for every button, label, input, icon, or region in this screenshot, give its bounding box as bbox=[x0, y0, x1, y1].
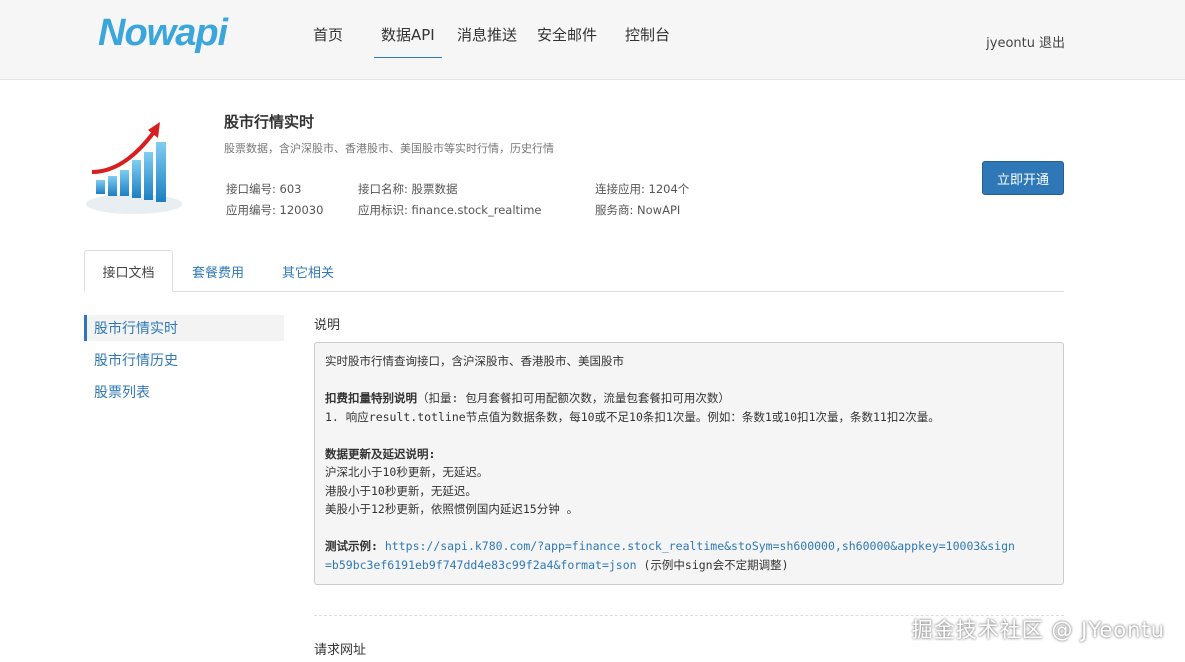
intro-text: 实时股市行情查询接口，含沪深股市、香港股市、美国股市 bbox=[325, 354, 624, 368]
deduct-note: （扣量: 包月套餐扣可用配额次数，流量包套餐扣可用次数） bbox=[417, 391, 730, 405]
test-url-link-cont[interactable]: =b59bc3ef6191eb9f747dd4e83c99f2a4&format… bbox=[325, 558, 637, 572]
top-nav-bar: Nowapi 首页 数据API 消息推送 安全邮件 控制台 jyeontu 退出 bbox=[0, 0, 1185, 80]
watermark: 掘金技术社区 @ JYeontu bbox=[911, 618, 1165, 642]
nav-secure-mail[interactable]: 安全邮件 bbox=[537, 24, 597, 57]
tab-api-docs[interactable]: 接口文档 bbox=[84, 250, 173, 292]
logout-link[interactable]: 退出 bbox=[1039, 36, 1065, 51]
section-title-request-url: 请求网址 bbox=[314, 643, 367, 658]
sidebar-item-history[interactable]: 股市行情历史 bbox=[84, 347, 284, 373]
username-link[interactable]: jyeontu bbox=[986, 36, 1035, 51]
api-title: 股市行情实时 bbox=[224, 113, 315, 131]
update-line-1: 沪深北小于10秒更新，无延迟。 bbox=[325, 465, 489, 479]
nav-data-api[interactable]: 数据API bbox=[374, 24, 442, 58]
sidebar-item-stock-list[interactable]: 股票列表 bbox=[84, 379, 284, 405]
nowapi-logo[interactable]: Nowapi bbox=[98, 12, 228, 55]
provider: 服务商: NowAPI bbox=[595, 203, 681, 217]
user-area: jyeontu 退出 bbox=[982, 32, 1065, 51]
stock-chart-logo-icon bbox=[84, 120, 186, 216]
sidebar-item-realtime[interactable]: 股市行情实时 bbox=[84, 315, 284, 341]
test-url-link[interactable]: https://sapi.k780.com/?app=finance.stock… bbox=[385, 539, 1015, 553]
test-title: 测试示例: bbox=[325, 539, 378, 553]
api-name: 接口名称: 股票数据 bbox=[358, 182, 458, 196]
section-title-description: 说明 bbox=[314, 318, 341, 333]
nav-console[interactable]: 控制台 bbox=[625, 24, 670, 57]
app-id: 应用编号: 120030 bbox=[226, 203, 324, 217]
nav-message-push[interactable]: 消息推送 bbox=[457, 24, 517, 57]
app-tag: 应用标识: finance.stock_realtime bbox=[358, 203, 542, 217]
update-line-3: 美股小于12秒更新，依照惯例国内延迟15分钟 。 bbox=[325, 502, 579, 516]
deduct-title: 扣费扣量特别说明 bbox=[325, 391, 417, 405]
tab-pricing[interactable]: 套餐费用 bbox=[186, 250, 250, 292]
api-id: 接口编号: 603 bbox=[226, 182, 302, 196]
deduct-rule: 1. 响应result.totline节点值为数据条数，每10或不足10条扣1次… bbox=[325, 409, 940, 424]
update-line-2: 港股小于10秒更新，无延迟。 bbox=[325, 483, 477, 498]
open-now-button[interactable]: 立即开通 bbox=[982, 161, 1064, 195]
nav-home[interactable]: 首页 bbox=[313, 24, 343, 57]
description-box: 实时股市行情查询接口，含沪深股市、香港股市、美国股市 扣费扣量特别说明（扣量: … bbox=[314, 342, 1064, 585]
tab-other[interactable]: 其它相关 bbox=[276, 250, 340, 292]
update-title: 数据更新及延迟说明: bbox=[325, 446, 436, 461]
test-note: (示例中sign会不定期调整) bbox=[636, 557, 789, 572]
api-description: 股票数据，含沪深股市、香港股市、美国股市等实时行情，历史行情 bbox=[224, 142, 554, 155]
connected-apps: 连接应用: 1204个 bbox=[595, 182, 690, 196]
